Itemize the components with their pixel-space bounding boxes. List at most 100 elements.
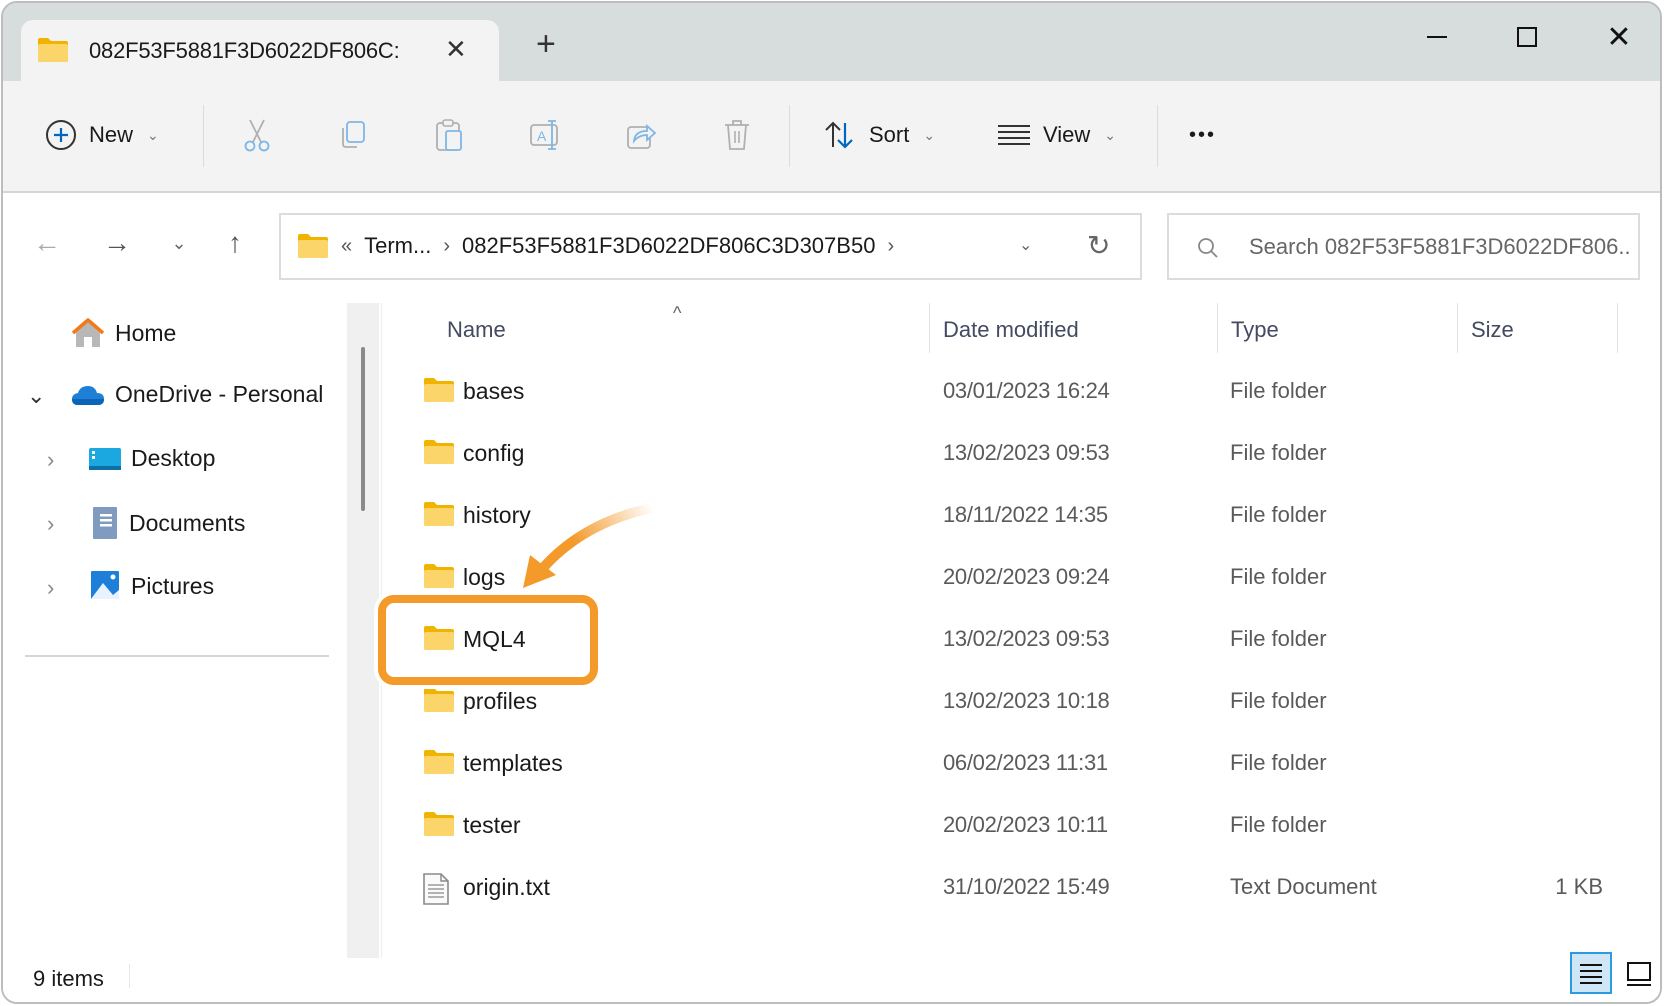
file-date-modified: 13/02/2023 09:53 <box>943 626 1110 651</box>
maximize-icon <box>1517 27 1537 47</box>
file-type: File folder <box>1230 378 1327 403</box>
up-button[interactable]: ↑ <box>215 223 255 263</box>
file-name: bases <box>463 378 525 404</box>
title-bar: 082F53F5881F3D6022DF806C: ✕ + ✕ <box>3 3 1660 82</box>
folder-icon <box>423 439 455 470</box>
file-type: File folder <box>1230 502 1327 527</box>
column-divider[interactable] <box>929 303 930 353</box>
file-date-modified: 03/01/2023 16:24 <box>943 378 1110 403</box>
new-button[interactable]: New ⌄ <box>45 109 159 161</box>
chevron-right-icon[interactable]: › <box>47 447 54 473</box>
search-placeholder: Search 082F53F5881F3D6022DF806... <box>1249 234 1629 259</box>
share-icon <box>627 124 657 149</box>
refresh-icon[interactable]: ↻ <box>1087 229 1110 262</box>
file-row[interactable]: config 13/02/2023 09:53 File folder <box>383 423 1643 485</box>
details-view-icon <box>1580 964 1602 984</box>
text-file-icon <box>423 873 449 910</box>
nav-item-documents[interactable]: Documents <box>93 507 245 539</box>
nav-item-desktop[interactable]: Desktop <box>89 445 215 472</box>
sort-icon <box>825 121 853 149</box>
folder-icon <box>423 749 455 780</box>
file-name: config <box>463 440 525 466</box>
paste-icon <box>436 119 462 151</box>
copy-button[interactable] <box>335 117 371 153</box>
rename-button[interactable]: A <box>527 117 563 153</box>
file-date-modified: 18/11/2022 14:35 <box>943 502 1108 527</box>
forward-button[interactable]: → <box>97 223 137 263</box>
toolbar-divider <box>1157 105 1158 167</box>
column-header-date[interactable]: Date modified <box>943 317 1079 343</box>
breadcrumb-item[interactable]: Term... <box>364 233 431 259</box>
chevron-right-icon[interactable]: › <box>443 235 450 258</box>
more-options-button[interactable]: ••• <box>1189 109 1216 161</box>
desktop-icon <box>89 447 121 470</box>
nav-item-onedrive[interactable]: OneDrive - Personal <box>71 381 323 408</box>
sort-button[interactable]: Sort ⌄ <box>823 109 935 161</box>
scrollbar-thumb[interactable] <box>361 347 365 511</box>
column-header-name[interactable]: Name <box>447 317 506 343</box>
sort-ascending-icon: ^ <box>673 303 682 323</box>
minimize-icon <box>1427 36 1447 38</box>
address-history-chevron-icon[interactable]: ⌄ <box>1019 235 1032 255</box>
chevron-right-icon[interactable]: › <box>47 575 54 601</box>
chevron-down-icon: ⌄ <box>1104 126 1117 143</box>
details-view-button[interactable] <box>1570 952 1612 994</box>
column-header-size[interactable]: Size <box>1471 317 1514 343</box>
svg-text:A: A <box>537 128 547 144</box>
close-window-button[interactable]: ✕ <box>1599 21 1639 54</box>
breadcrumb-overflow[interactable]: « <box>341 235 352 258</box>
chevron-right-icon[interactable]: › <box>887 235 894 258</box>
toolbar-divider <box>203 105 204 167</box>
copy-icon <box>342 121 365 148</box>
nav-pane-scrollbar[interactable] <box>347 303 379 958</box>
file-name: templates <box>463 750 563 776</box>
file-type: File folder <box>1230 626 1327 651</box>
cut-icon <box>244 119 270 152</box>
address-bar[interactable]: « Term... › 082F53F5881F3D6022DF806C3D30… <box>279 213 1142 280</box>
share-button[interactable] <box>623 117 659 153</box>
plus-circle-icon <box>46 120 76 150</box>
view-button[interactable]: View ⌄ <box>997 109 1116 161</box>
delete-icon <box>725 120 749 150</box>
file-row[interactable]: tester 20/02/2023 10:11 File folder <box>383 795 1643 857</box>
more-icon: ••• <box>1189 123 1217 146</box>
new-tab-icon[interactable]: + <box>536 27 556 61</box>
column-divider[interactable] <box>1217 303 1218 353</box>
close-tab-icon[interactable]: ✕ <box>445 34 467 65</box>
cut-button[interactable] <box>239 117 275 153</box>
minimize-button[interactable] <box>1417 21 1457 53</box>
column-divider[interactable] <box>1457 303 1458 353</box>
file-row[interactable]: templates 06/02/2023 11:31 File folder <box>383 733 1643 795</box>
delete-button[interactable] <box>719 117 755 153</box>
navigation-bar: ← → ⌄ ↑ « Term... › 082F53F5881F3D6022DF… <box>3 193 1660 303</box>
folder-icon <box>298 234 328 258</box>
file-row[interactable]: history 18/11/2022 14:35 File folder <box>383 485 1643 547</box>
file-date-modified: 20/02/2023 09:24 <box>943 564 1110 589</box>
nav-item-pictures[interactable]: Pictures <box>91 571 214 601</box>
chevron-down-icon: ⌄ <box>171 232 187 253</box>
file-row[interactable]: origin.txt 31/10/2022 15:49 Text Document 1… <box>383 857 1643 919</box>
view-list-icon <box>998 125 1030 145</box>
chevron-down-icon: ⌄ <box>147 126 159 143</box>
nav-item-home[interactable]: Home <box>71 317 176 349</box>
nav-label: Documents <box>129 509 246 536</box>
breadcrumb-item[interactable]: 082F53F5881F3D6022DF806C3D307B50 <box>462 233 875 259</box>
column-divider[interactable] <box>1617 303 1618 353</box>
nav-label: Pictures <box>131 572 215 599</box>
paste-button[interactable] <box>431 117 467 153</box>
recent-locations-button[interactable]: ⌄ <box>159 223 199 263</box>
chevron-right-icon[interactable]: › <box>47 511 54 537</box>
chevron-down-icon[interactable]: ⌄ <box>27 383 45 409</box>
view-label: View <box>1043 122 1091 147</box>
file-date-modified: 13/02/2023 09:53 <box>943 440 1110 465</box>
folder-icon <box>423 811 455 842</box>
search-input[interactable]: Search 082F53F5881F3D6022DF806... <box>1167 213 1640 280</box>
file-row[interactable]: bases 03/01/2023 16:24 File folder <box>383 361 1643 423</box>
rename-icon: A <box>530 120 558 150</box>
file-date-modified: 06/02/2023 11:31 <box>943 750 1108 775</box>
maximize-button[interactable] <box>1507 21 1547 53</box>
column-header-type[interactable]: Type <box>1231 317 1279 343</box>
tab-current-folder[interactable]: 082F53F5881F3D6022DF806C: ✕ <box>21 20 499 82</box>
large-icons-view-button[interactable] <box>1619 954 1659 994</box>
back-button[interactable]: ← <box>27 223 67 263</box>
